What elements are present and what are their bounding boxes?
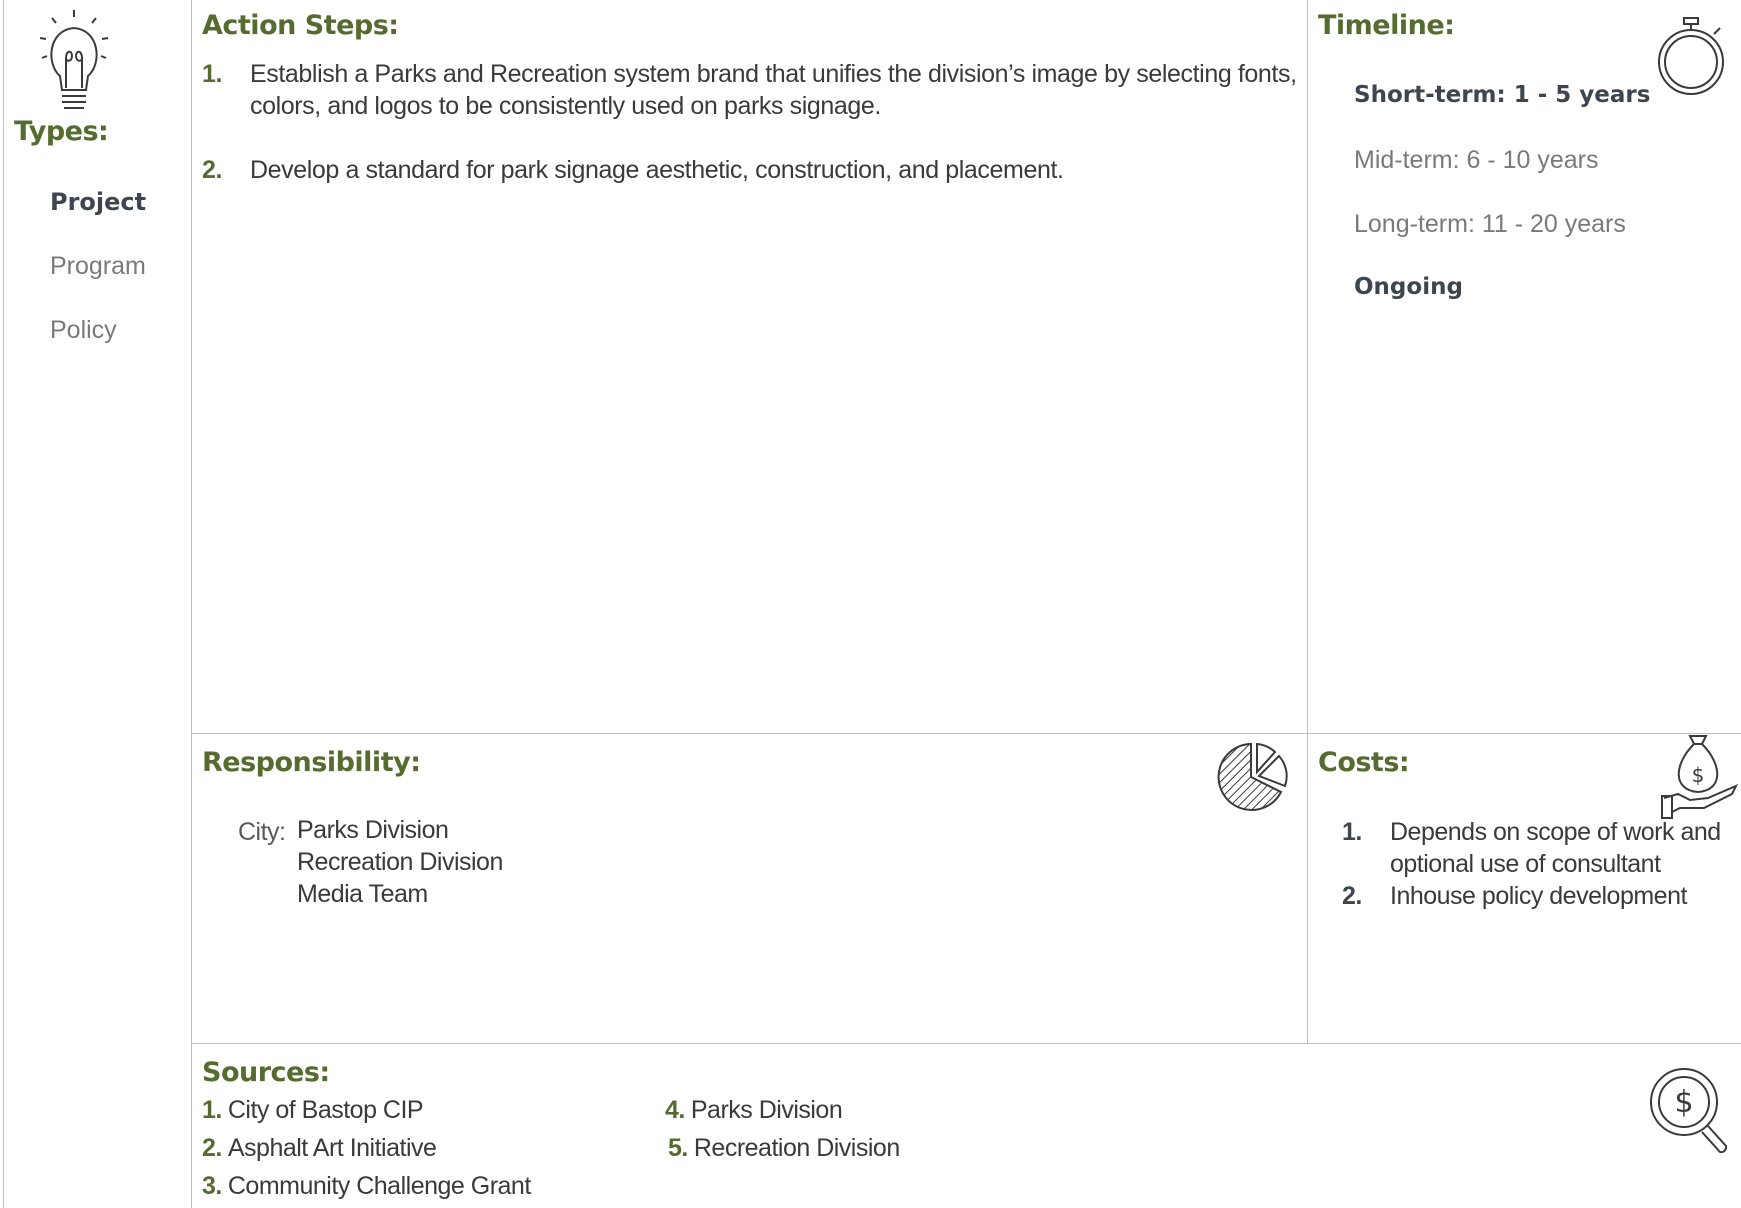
action-step-1-number: 1.: [202, 60, 223, 88]
type-program: Program: [50, 252, 146, 280]
source-5-text: Recreation Division: [693, 1134, 900, 1162]
cost-item-1-number: 1.: [1342, 818, 1362, 846]
stopwatch-icon: [1656, 16, 1728, 101]
type-policy: Policy: [50, 316, 117, 344]
divider-middle: [191, 733, 1741, 734]
svg-text:$: $: [1674, 1085, 1693, 1120]
lightbulb-icon: [36, 8, 112, 117]
responsibility-heading: Responsibility:: [202, 747, 421, 778]
responsibility-item-3: Media Team: [297, 880, 428, 908]
source-4-number: 4.: [665, 1096, 685, 1124]
divider-sources: [191, 1043, 1741, 1044]
source-1-number: 1.: [202, 1096, 222, 1124]
cost-item-2-number: 2.: [1342, 882, 1362, 910]
divider-timeline: [1307, 0, 1308, 1043]
svg-text:$: $: [1692, 763, 1705, 787]
source-item-4: 4. Parks Division: [665, 1096, 843, 1125]
action-step-1-text: Establish a Parks and Recreation system …: [250, 60, 1297, 120]
action-steps-heading: Action Steps:: [202, 10, 399, 41]
source-1-text: City of Bastop CIP: [227, 1096, 424, 1124]
costs-heading: Costs:: [1318, 747, 1410, 778]
source-3-text: Community Challenge Grant: [227, 1172, 531, 1200]
cost-item-2: 2. Inhouse policy development: [1342, 880, 1741, 912]
source-item-2: 2. Asphalt Art Initiative: [202, 1134, 437, 1163]
action-step-1: 1. Establish a Parks and Recreation syst…: [202, 58, 1302, 122]
source-item-1: 1. City of Bastop CIP: [202, 1096, 424, 1125]
cost-item-1: 1. Depends on scope of work and optional…: [1342, 816, 1741, 880]
type-project: Project: [50, 188, 147, 216]
money-bag-hand-icon: $: [1660, 734, 1739, 827]
divider-left-edge: [3, 0, 4, 1208]
sources-heading: Sources:: [202, 1057, 330, 1088]
timeline-mid-term: Mid-term: 6 - 10 years: [1354, 146, 1599, 174]
action-step-2: 2. Develop a standard for park signage a…: [202, 154, 1302, 186]
action-step-2-text: Develop a standard for park signage aest…: [250, 156, 1064, 184]
pie-chart-icon: [1217, 742, 1291, 817]
source-2-text: Asphalt Art Initiative: [227, 1134, 437, 1162]
responsibility-city-label: City:: [238, 818, 286, 846]
timeline-ongoing: Ongoing: [1354, 274, 1463, 300]
cost-item-2-text: Inhouse policy development: [1390, 882, 1687, 910]
responsibility-item-1: Parks Division: [297, 816, 449, 844]
cost-item-1-text: Depends on scope of work and optional us…: [1390, 818, 1721, 878]
timeline-short-term: Short-term: 1 - 5 years: [1354, 82, 1651, 108]
timeline-heading: Timeline:: [1318, 10, 1455, 41]
magnifier-dollar-icon: $: [1648, 1066, 1734, 1161]
source-3-number: 3.: [202, 1172, 222, 1200]
types-heading: Types:: [14, 116, 109, 147]
source-2-number: 2.: [202, 1134, 222, 1162]
source-item-3: 3. Community Challenge Grant: [202, 1172, 531, 1201]
source-4-text: Parks Division: [690, 1096, 843, 1124]
source-item-5: 5. Recreation Division: [668, 1134, 900, 1163]
timeline-long-term: Long-term: 11 - 20 years: [1354, 210, 1626, 238]
responsibility-item-2: Recreation Division: [297, 848, 503, 876]
divider-types: [191, 0, 192, 1208]
action-step-2-number: 2.: [202, 156, 223, 184]
source-5-number: 5.: [668, 1134, 688, 1162]
